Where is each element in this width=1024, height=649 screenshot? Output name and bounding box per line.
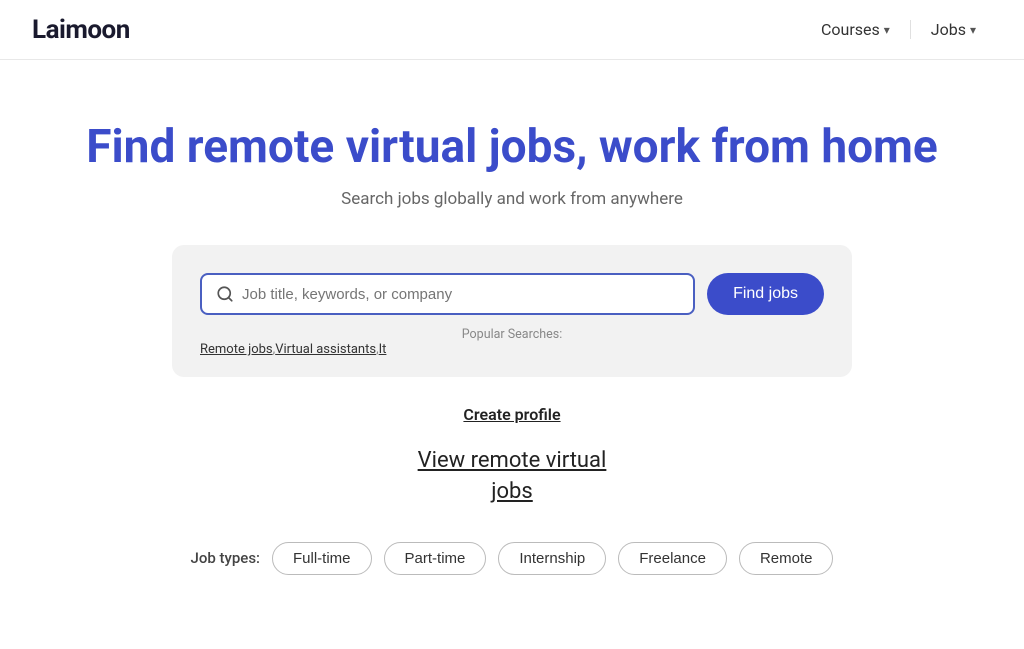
- search-container: Find jobs Popular Searches: Remote jobs,…: [172, 245, 852, 377]
- hero-title: Find remote virtual jobs, work from home: [32, 120, 992, 175]
- search-row: Find jobs: [200, 273, 824, 315]
- search-icon: [216, 285, 234, 303]
- popular-searches-label: Popular Searches:: [462, 327, 563, 342]
- search-input[interactable]: [242, 286, 679, 303]
- job-type-parttime[interactable]: Part-time: [384, 542, 487, 575]
- job-type-remote[interactable]: Remote: [739, 542, 834, 575]
- create-profile-link[interactable]: Create profile: [463, 405, 560, 424]
- view-jobs-text: View remote virtualjobs: [418, 448, 607, 504]
- job-type-internship[interactable]: Internship: [498, 542, 606, 575]
- nav: Courses ▾ Jobs ▾: [805, 12, 992, 47]
- search-input-wrapper: [200, 273, 695, 315]
- courses-chevron-icon: ▾: [884, 23, 890, 37]
- popular-searches: Popular Searches: Remote jobs, Virtual a…: [200, 327, 824, 357]
- popular-links-list: Remote jobs, Virtual assistants, It: [200, 342, 824, 357]
- job-types-label: Job types:: [191, 549, 261, 567]
- header: Laimoon Courses ▾ Jobs ▾: [0, 0, 1024, 60]
- popular-link-virtual-assistants[interactable]: Virtual assistants: [275, 342, 376, 357]
- jobs-chevron-icon: ▾: [970, 23, 976, 37]
- popular-link-remote-jobs[interactable]: Remote jobs: [200, 342, 273, 357]
- courses-label: Courses: [821, 20, 880, 39]
- nav-divider: [910, 20, 911, 39]
- job-types-section: Job types: Full-time Part-time Internshi…: [32, 542, 992, 605]
- nav-jobs[interactable]: Jobs ▾: [915, 12, 992, 47]
- job-type-freelance[interactable]: Freelance: [618, 542, 727, 575]
- logo[interactable]: Laimoon: [32, 15, 130, 45]
- hero-subtitle: Search jobs globally and work from anywh…: [32, 189, 992, 209]
- view-jobs-section: View remote virtualjobs: [32, 446, 992, 508]
- find-jobs-button[interactable]: Find jobs: [707, 273, 824, 315]
- job-type-fulltime[interactable]: Full-time: [272, 542, 372, 575]
- popular-link-it[interactable]: It: [379, 342, 387, 357]
- nav-courses[interactable]: Courses ▾: [805, 12, 906, 47]
- create-profile-section: Create profile: [32, 405, 992, 424]
- jobs-label: Jobs: [931, 20, 966, 39]
- view-jobs-link[interactable]: View remote virtualjobs: [418, 448, 607, 504]
- hero-section: Find remote virtual jobs, work from home…: [0, 60, 1024, 635]
